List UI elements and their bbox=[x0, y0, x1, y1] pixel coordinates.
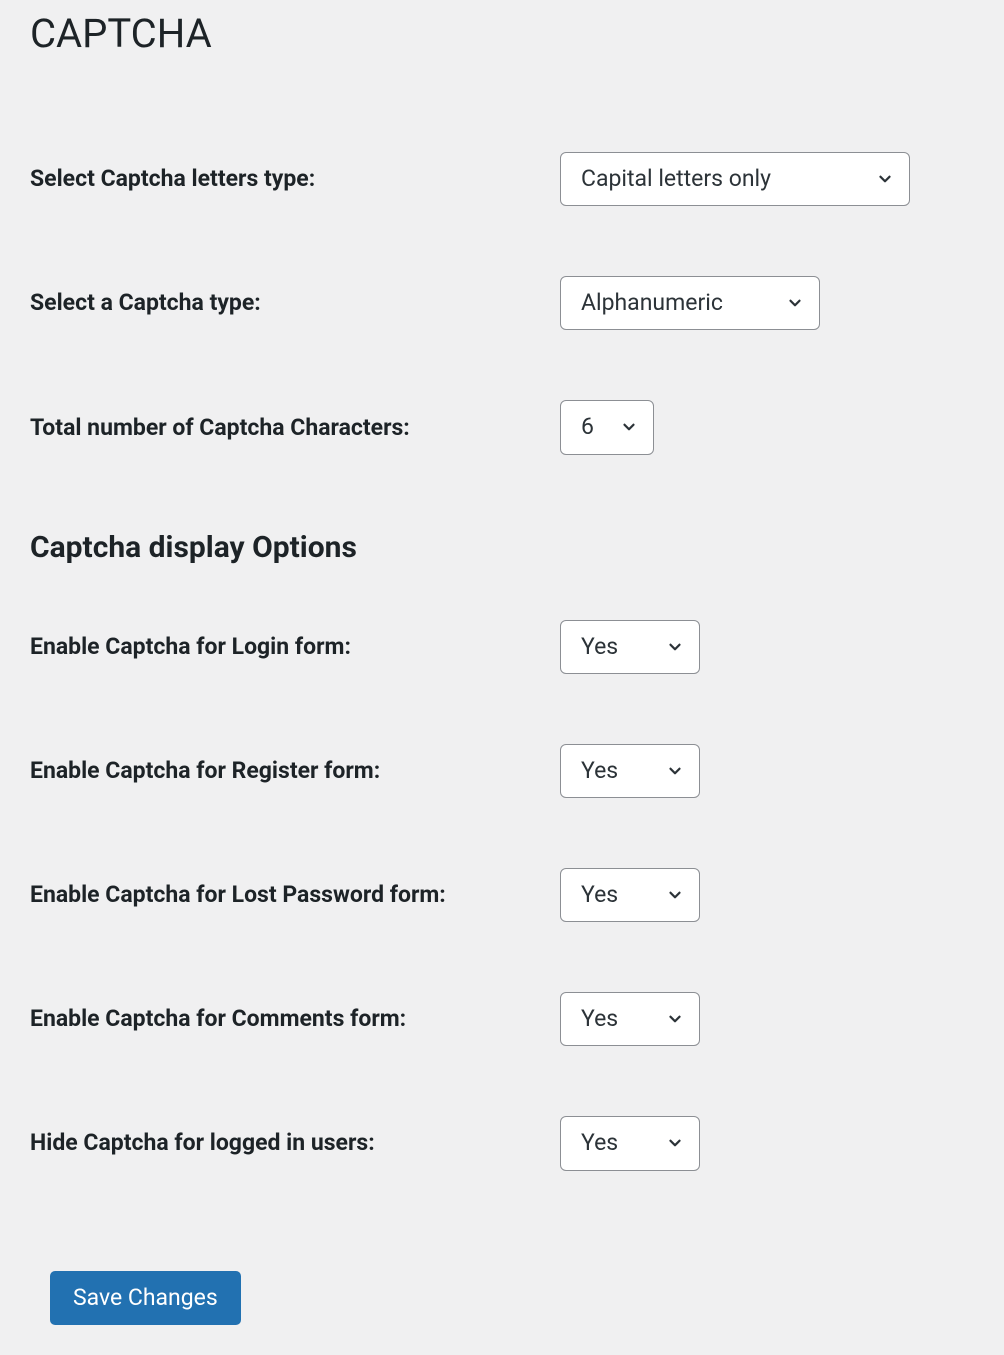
captcha-settings-table: Select Captcha letters type: Capital let… bbox=[30, 117, 974, 490]
login-select[interactable]: Yes bbox=[560, 620, 700, 674]
hide-logged-in-select[interactable]: Yes bbox=[560, 1116, 700, 1170]
captcha-type-select[interactable]: Alphanumeric bbox=[560, 276, 820, 330]
char-count-select[interactable]: 6 bbox=[560, 400, 654, 454]
hide-logged-in-label: Hide Captcha for logged in users: bbox=[30, 1081, 560, 1205]
register-label: Enable Captcha for Register form: bbox=[30, 709, 560, 833]
save-changes-button[interactable]: Save Changes bbox=[50, 1271, 241, 1325]
char-count-label: Total number of Captcha Characters: bbox=[30, 365, 560, 489]
comments-label: Enable Captcha for Comments form: bbox=[30, 957, 560, 1081]
captcha-type-label: Select a Captcha type: bbox=[30, 241, 560, 365]
lost-password-label: Enable Captcha for Lost Password form: bbox=[30, 833, 560, 957]
login-label: Enable Captcha for Login form: bbox=[30, 585, 560, 709]
letters-type-label: Select Captcha letters type: bbox=[30, 117, 560, 241]
register-select[interactable]: Yes bbox=[560, 744, 700, 798]
lost-password-select[interactable]: Yes bbox=[560, 868, 700, 922]
captcha-display-table: Enable Captcha for Login form: Yes Enabl… bbox=[30, 585, 974, 1206]
page-title: CAPTCHA bbox=[30, 0, 974, 57]
display-options-heading: Captcha display Options bbox=[30, 530, 974, 565]
comments-select[interactable]: Yes bbox=[560, 992, 700, 1046]
letters-type-select[interactable]: Capital letters only bbox=[560, 152, 910, 206]
